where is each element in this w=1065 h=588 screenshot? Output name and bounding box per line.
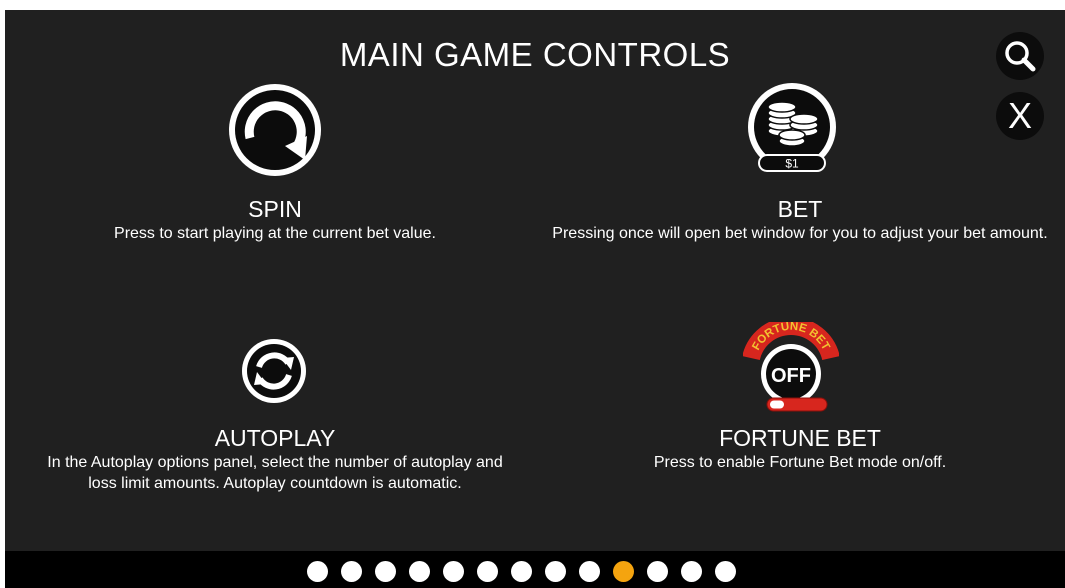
page-title: MAIN GAME CONTROLS xyxy=(339,36,731,73)
page-dot[interactable] xyxy=(647,561,668,582)
coin-stacks-icon: $1 xyxy=(748,83,836,172)
page-dot[interactable] xyxy=(545,561,566,582)
spin-description: Press to start playing at the current be… xyxy=(114,225,436,242)
page-dot[interactable] xyxy=(443,561,464,582)
close-button[interactable]: X xyxy=(996,92,1044,140)
pagination-dots xyxy=(307,561,736,582)
close-icon: X xyxy=(1007,95,1032,136)
fortune-bet-control: FORTUNE BET Press to enable Fortune Bet … xyxy=(535,426,1065,473)
page-dot-active[interactable] xyxy=(613,561,634,582)
help-panel: MAIN GAME CONTROLS X SPIN Press to start… xyxy=(5,10,1065,588)
magnifier-icon xyxy=(1005,41,1036,72)
page-dot[interactable] xyxy=(511,561,532,582)
bet-title: BET xyxy=(777,196,823,222)
page-dot[interactable] xyxy=(307,561,328,582)
bet-description: Pressing once will open bet window for y… xyxy=(552,225,1048,242)
autoplay-arrows-icon xyxy=(242,339,306,403)
autoplay-description: In the Autoplay options panel, select th… xyxy=(47,454,503,492)
page-dot[interactable] xyxy=(477,561,498,582)
spin-control: SPIN Press to start playing at the curre… xyxy=(5,197,545,244)
spin-arrow-icon xyxy=(229,84,321,176)
page-dot[interactable] xyxy=(375,561,396,582)
fortune-bet-description: Press to enable Fortune Bet mode on/off. xyxy=(653,454,947,471)
page-dot[interactable] xyxy=(341,561,362,582)
autoplay-title: AUTOPLAY xyxy=(214,425,336,451)
spin-title: SPIN xyxy=(248,196,302,222)
fortune-bet-title: FORTUNE BET xyxy=(719,425,881,451)
bet-amount-label: $1 xyxy=(785,157,799,171)
page-dot[interactable] xyxy=(681,561,702,582)
fortune-bet-state: OFF xyxy=(771,365,811,387)
page-dot[interactable] xyxy=(715,561,736,582)
autoplay-control: AUTOPLAY In the Autoplay options panel, … xyxy=(5,426,545,494)
page-dot[interactable] xyxy=(579,561,600,582)
zoom-button[interactable] xyxy=(996,32,1044,80)
fortune-bet-toggle-icon: FORTUNE BET OFF xyxy=(743,322,839,412)
page-dot[interactable] xyxy=(409,561,430,582)
bet-control: BET Pressing once will open bet window f… xyxy=(535,197,1065,244)
pagination-bar xyxy=(5,551,1065,588)
